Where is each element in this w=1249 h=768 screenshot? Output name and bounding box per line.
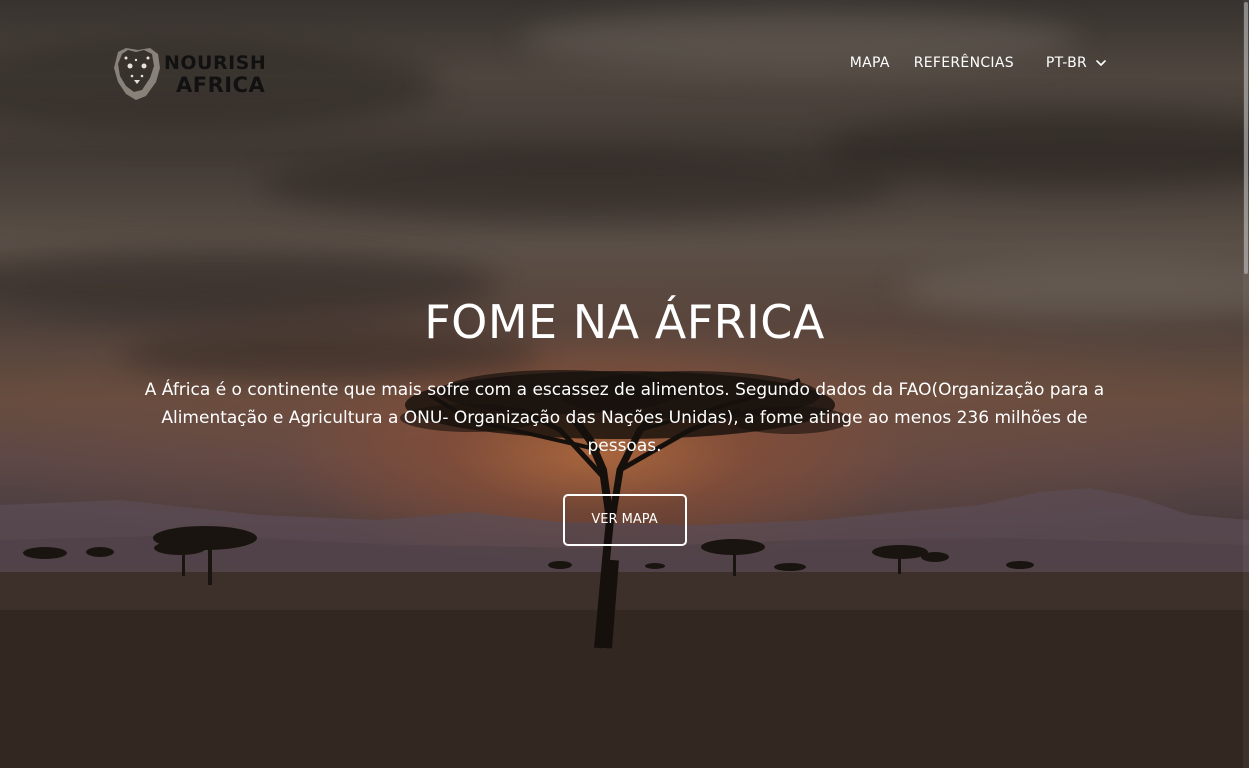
chevron-down-icon [1096,60,1106,66]
view-map-button[interactable]: VER MAPA [562,494,687,546]
brand-line-1: NOURISH [164,52,267,74]
page-scrollbar[interactable] [1243,0,1249,768]
language-selector[interactable]: PT-BR [1034,53,1119,73]
nav-link-map[interactable]: MAPA [838,53,902,73]
hero-title: FOME NA ÁFRICA [424,295,825,349]
language-label: PT-BR [1045,55,1087,71]
brand-line-2: AFRICA [176,73,266,97]
hero-section: FOME NA ÁFRICA A África é o continente q… [0,290,1249,546]
nav-link-references[interactable]: REFERÊNCIAS [902,53,1026,73]
brand-name: NOURISH AFRICA [164,52,266,96]
leopard-head-icon [114,48,160,100]
main-nav: MAPA REFERÊNCIAS PT-BR [838,53,1119,73]
landing-page: NOURISH AFRICA MAPA REFERÊNCIAS PT-BR FO… [0,0,1249,768]
scrollbar-thumb[interactable] [1244,2,1248,274]
navbar: NOURISH AFRICA MAPA REFERÊNCIAS PT-BR [0,0,1249,128]
hero-description: A África é o continente que mais sofre c… [144,380,1105,456]
brand-logo[interactable]: NOURISH AFRICA [112,44,272,104]
